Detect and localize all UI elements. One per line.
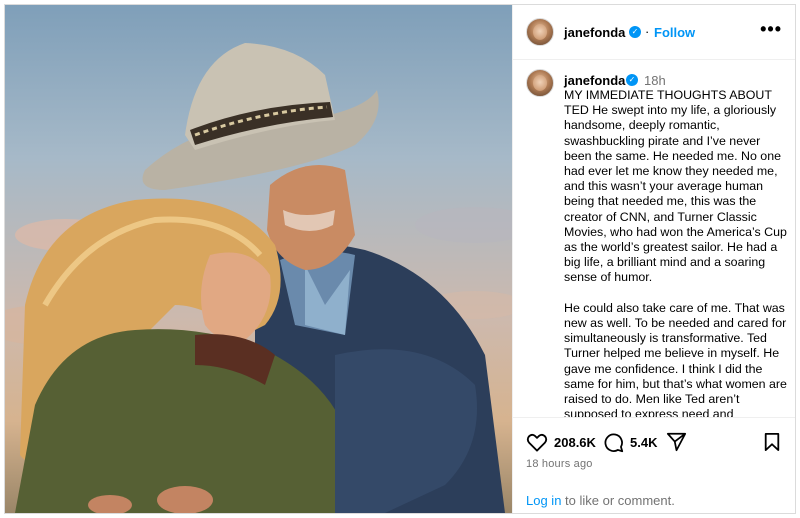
caption-avatar[interactable] [526,69,554,97]
login-prompt: Log in to like or comment. [526,493,675,508]
ellipsis-icon[interactable]: ••• [760,19,782,40]
speech-bubble-icon [604,433,624,453]
author-avatar[interactable] [526,18,554,46]
post-caption: janefonda ✓ 18h MY IMMEDIATE THOUGHTS AB… [513,61,795,417]
share-button[interactable] [666,432,687,452]
caption-timestamp[interactable]: 18h [644,73,666,88]
verified-check-icon: ✓ [629,26,641,38]
post-photo[interactable] [5,5,512,513]
verified-check-icon: ✓ [626,74,638,86]
login-link[interactable]: Log in [526,493,561,508]
save-button[interactable] [763,432,781,452]
caption-username[interactable]: janefonda [564,73,625,88]
like-count[interactable]: 208.6K [554,435,596,450]
follow-button[interactable]: Follow [654,25,695,40]
comment-button[interactable]: 5.4K [603,432,657,453]
separator-dot: · [645,24,650,39]
comment-count[interactable]: 5.4K [630,435,657,450]
caption-text: MY IMMEDIATE THOUGHTS ABOUT TED He swept… [564,88,787,417]
post-actions: 208.6K 5.4K 18 hours ago Log in to like … [513,417,795,513]
bookmark-icon [764,433,780,451]
login-suffix: to like or comment. [561,493,675,508]
post-time-ago[interactable]: 18 hours ago [526,458,593,470]
heart-icon [526,433,548,452]
post-header: janefonda ✓ · Follow ••• [513,5,795,60]
post-sidebar: janefonda ✓ · Follow ••• janefonda ✓ 18h… [512,5,795,513]
photo-illustration [5,43,512,513]
paper-plane-icon [666,432,687,452]
instagram-post: janefonda ✓ · Follow ••• janefonda ✓ 18h… [4,4,796,514]
like-button[interactable]: 208.6K [526,432,596,452]
author-username[interactable]: janefonda [564,25,625,40]
